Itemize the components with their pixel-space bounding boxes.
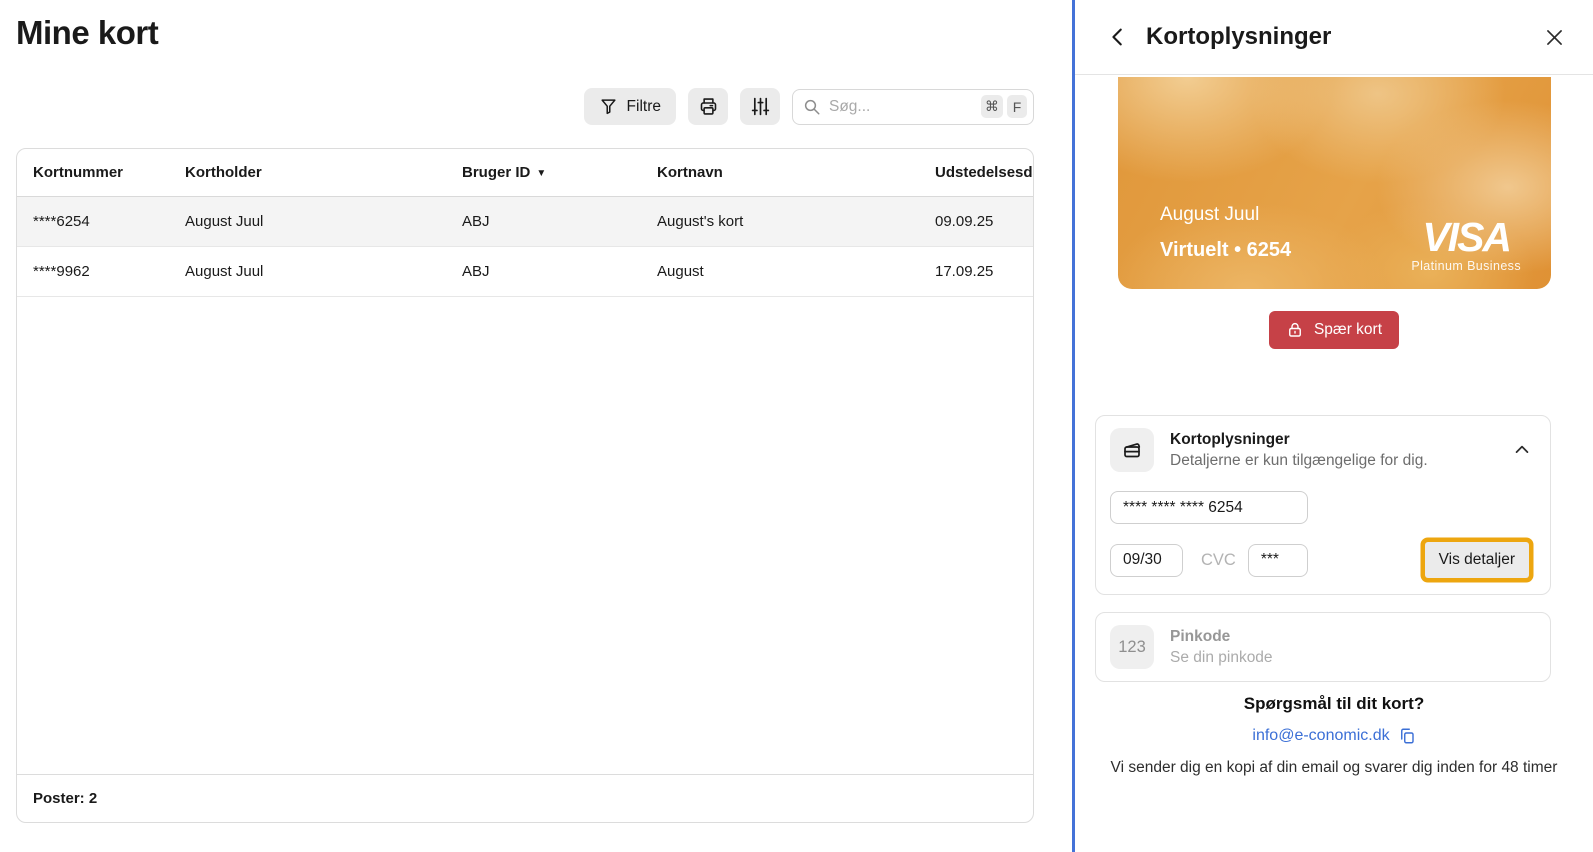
cvc-field[interactable] <box>1248 544 1308 577</box>
cell-kortnummer: ****6254 <box>17 213 169 230</box>
search-icon <box>803 98 821 116</box>
table-row[interactable]: ****9962 August Juul ABJ August 17.09.25 <box>17 247 1034 297</box>
column-header-udstedelsesdato[interactable]: Udstedelsesdato <box>919 164 1034 181</box>
pin-title: Pinkode <box>1170 628 1536 646</box>
panel-title: Kortoplysninger <box>1146 23 1331 51</box>
toolbar: Filtre ⌘ F <box>0 88 1034 125</box>
chevron-up-icon <box>1512 440 1532 460</box>
pin-code-section[interactable]: 123 Pinkode Se din pinkode <box>1095 612 1551 682</box>
lock-icon <box>1286 321 1304 339</box>
copy-icon <box>1398 727 1416 745</box>
block-card-button[interactable]: Spær kort <box>1269 311 1399 349</box>
search-input[interactable] <box>829 98 977 116</box>
card-details-subtitle: Detaljerne er kun tilgængelige for dig. <box>1170 452 1508 470</box>
chevron-left-icon <box>1107 26 1129 48</box>
cell-udstedelsesdato: 17.09.25 <box>919 263 1034 280</box>
expiry-cvc-row: CVC Vis detaljer <box>1110 542 1536 578</box>
show-details-button[interactable]: Vis detaljer <box>1425 542 1529 578</box>
sort-desc-icon: ▼ <box>536 168 546 179</box>
footer-note: Vi sender dig en kopi af din email og sv… <box>1103 757 1565 779</box>
cards-table: Kortnummer Kortholder Bruger ID▼ Kortnav… <box>16 148 1034 823</box>
credit-card-visual: August Juul Virtuelt • 6254 VISA Platinu… <box>1118 77 1551 289</box>
column-header-kortnavn[interactable]: Kortnavn <box>641 164 919 181</box>
shortcut-cmd-badge: ⌘ <box>981 95 1003 118</box>
pin-123-icon: 123 <box>1110 625 1154 669</box>
search-box[interactable]: ⌘ F <box>792 89 1034 125</box>
cell-kortholder: August Juul <box>169 263 446 280</box>
support-email-link[interactable]: info@e-conomic.dk <box>1252 727 1415 745</box>
card-details-section-header[interactable]: Kortoplysninger Detaljerne er kun tilgæn… <box>1110 428 1536 472</box>
card-holder-name: August Juul <box>1160 204 1259 226</box>
cell-kortholder: August Juul <box>169 213 446 230</box>
visa-brand-text: VISA <box>1411 217 1521 258</box>
visa-logo: VISA Platinum Business <box>1411 217 1521 273</box>
close-icon <box>1544 27 1565 48</box>
shortcut-key-badge: F <box>1007 95 1027 118</box>
column-header-kortholder[interactable]: Kortholder <box>169 164 446 181</box>
pin-subtitle: Se din pinkode <box>1170 649 1536 667</box>
table-footer: Poster: 2 <box>17 774 1033 822</box>
print-button[interactable] <box>688 88 728 125</box>
cell-kortnummer: ****9962 <box>17 263 169 280</box>
page-title: Mine kort <box>16 14 158 52</box>
table-header-row: Kortnummer Kortholder Bruger ID▼ Kortnav… <box>17 149 1034 197</box>
filter-funnel-icon <box>599 97 618 116</box>
column-header-kortnummer[interactable]: Kortnummer <box>17 164 169 181</box>
block-card-label: Spær kort <box>1314 321 1382 339</box>
column-settings-button[interactable] <box>740 88 780 125</box>
cell-udstedelsesdato: 09.09.25 <box>919 213 1034 230</box>
card-details-section: Kortoplysninger Detaljerne er kun tilgæn… <box>1095 415 1551 595</box>
collapse-section-button[interactable] <box>1508 436 1536 464</box>
close-button[interactable] <box>1542 25 1567 50</box>
printer-icon <box>698 96 719 117</box>
card-details-panel: Kortoplysninger August Juul Virtuelt • 6… <box>1072 0 1593 852</box>
sliders-icon <box>750 96 771 117</box>
filter-button[interactable]: Filtre <box>584 88 676 125</box>
panel-header: Kortoplysninger <box>1075 0 1593 75</box>
cell-kortnavn: August's kort <box>641 213 919 230</box>
email-text: info@e-conomic.dk <box>1252 727 1389 745</box>
expiry-field[interactable] <box>1110 544 1183 577</box>
card-number-field[interactable] <box>1110 491 1308 524</box>
cell-bruger-id: ABJ <box>446 213 641 230</box>
panel-footer: Spørgsmål til dit kort? info@e-conomic.d… <box>1075 694 1593 779</box>
cards-icon <box>1110 428 1154 472</box>
cell-bruger-id: ABJ <box>446 263 641 280</box>
column-header-bruger-id[interactable]: Bruger ID▼ <box>446 164 641 181</box>
card-type-line: Virtuelt • 6254 <box>1160 239 1291 262</box>
filter-button-label: Filtre <box>627 98 661 116</box>
cell-kortnavn: August <box>641 263 919 280</box>
card-details-title: Kortoplysninger <box>1170 431 1508 449</box>
main-content: Mine kort Filtre ⌘ F <box>0 0 1072 852</box>
table-empty-space <box>17 297 1033 774</box>
table-row[interactable]: ****6254 August Juul ABJ August's kort 0… <box>17 197 1034 247</box>
cvc-label: CVC <box>1201 551 1236 570</box>
visa-tier-text: Platinum Business <box>1411 259 1521 273</box>
back-button[interactable] <box>1105 24 1131 50</box>
footer-question: Spørgsmål til dit kort? <box>1103 694 1565 714</box>
